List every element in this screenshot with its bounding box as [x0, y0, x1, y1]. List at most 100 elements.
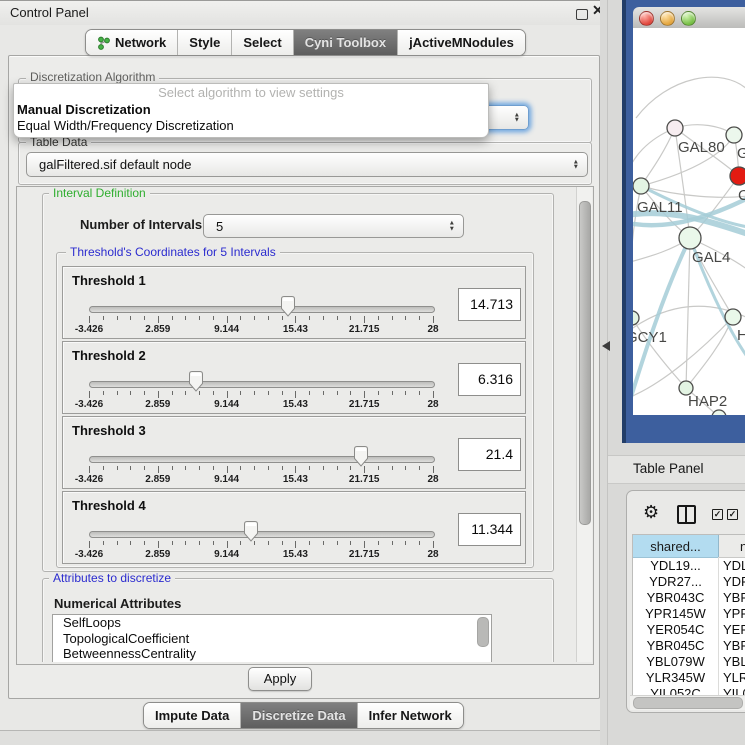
tab-style[interactable]: Style	[177, 30, 231, 55]
table-row[interactable]: YLR345WYLR3	[633, 670, 745, 686]
slider-tick	[378, 466, 379, 470]
slider-tick-label: 15.43	[270, 474, 320, 485]
tab-network[interactable]: Network	[86, 30, 177, 55]
network-node[interactable]	[726, 127, 742, 143]
threshold-value-field[interactable]: 14.713	[458, 288, 521, 321]
column-header-shared-name[interactable]: shared...	[633, 535, 719, 558]
table-row[interactable]: YBR043CYBR0	[633, 590, 745, 606]
algorithm-placeholder: Select algorithm to view settings	[14, 84, 488, 102]
network-node[interactable]	[633, 178, 649, 194]
slider-tick-label: -3.426	[64, 399, 114, 410]
slider-tick	[295, 466, 296, 473]
attribute-list-item[interactable]: TopologicalCoefficient	[53, 631, 491, 647]
list-scrollbar-thumb[interactable]	[477, 617, 489, 647]
algorithm-option[interactable]: Manual Discretization	[14, 102, 488, 118]
table-row[interactable]: YBR045CYBR0	[633, 638, 745, 654]
zoom-traffic-light[interactable]	[681, 11, 696, 26]
network-node[interactable]	[679, 227, 701, 249]
checkbox-icon[interactable]: ✓	[712, 509, 723, 520]
slider-tick	[378, 391, 379, 395]
horizontal-scrollbar-thumb[interactable]	[633, 697, 743, 709]
slider-tick	[117, 316, 118, 320]
table-row[interactable]: YPR145WYPR1	[633, 606, 745, 622]
slider-tick-label: 15.43	[270, 324, 320, 335]
slider-tick	[199, 541, 200, 545]
table-row[interactable]: YER054CYER0	[633, 622, 745, 638]
tab-impute-data[interactable]: Impute Data	[144, 703, 240, 728]
slider-tick	[378, 541, 379, 545]
slider-tick	[213, 541, 214, 545]
slider-handle[interactable]	[188, 371, 204, 392]
slider-tick	[282, 316, 283, 320]
algorithm-option[interactable]: Equal Width/Frequency Discretization	[14, 118, 488, 134]
network-window-titlebar[interactable]	[633, 7, 745, 29]
minimize-traffic-light[interactable]	[660, 11, 675, 26]
vertical-scrollbar-thumb[interactable]	[579, 201, 591, 525]
slider-tick	[433, 541, 434, 548]
slider-tick	[309, 391, 310, 395]
attribute-list-item[interactable]: SelfLoops	[53, 615, 491, 631]
slider-tick-label: 2.859	[133, 324, 183, 335]
split-columns-icon[interactable]	[677, 505, 696, 524]
number-of-intervals-select[interactable]: 5 ▲▼	[203, 214, 464, 238]
threshold-value-field[interactable]: 21.4	[458, 438, 521, 471]
slider-track[interactable]	[89, 306, 435, 313]
slider-track[interactable]	[89, 381, 435, 388]
table-row[interactable]: YDR27...YDR2	[633, 574, 745, 590]
float-window-icon[interactable]	[576, 9, 588, 20]
table-row[interactable]: YBL079WYBL0	[633, 654, 745, 670]
network-node[interactable]	[725, 309, 741, 325]
column-header-name[interactable]: na	[719, 535, 745, 558]
threshold-label: Threshold 2	[72, 348, 146, 363]
tab-label: jActiveMNodules	[409, 35, 514, 50]
slider-tick	[254, 391, 255, 395]
slider-tick	[240, 466, 241, 470]
tab-jactivemnodules[interactable]: jActiveMNodules	[397, 30, 525, 55]
panel-splitter[interactable]	[607, 0, 608, 745]
slider-track[interactable]	[89, 531, 435, 538]
tab-infer-network[interactable]: Infer Network	[357, 703, 463, 728]
mouse-cursor	[602, 341, 611, 351]
slider-tick	[364, 316, 365, 323]
slider-tick	[240, 316, 241, 320]
slider-tick	[433, 391, 434, 398]
algorithm-options: Manual DiscretizationEqual Width/Frequen…	[14, 102, 488, 134]
attribute-list-item[interactable]: BetweennessCentrality	[53, 646, 491, 662]
stepper-icons[interactable]: ▲▼	[449, 221, 455, 232]
network-node[interactable]	[667, 120, 683, 136]
threshold-panel: Threshold 2 -3.4262.8599.14415.4321.7152…	[62, 341, 526, 414]
tab-discretize-data[interactable]: Discretize Data	[240, 703, 356, 728]
network-node[interactable]	[712, 410, 726, 415]
stepper-icons[interactable]: ▲▼	[514, 112, 520, 123]
stepper-icons[interactable]: ▲▼	[573, 159, 579, 170]
table-data-value: galFiltered.sif default node	[39, 153, 191, 176]
network-node[interactable]	[730, 167, 745, 185]
slider-handle[interactable]	[280, 296, 296, 317]
close-traffic-light[interactable]	[639, 11, 654, 26]
network-canvas[interactable]: GAL80GACGAL11GAL4GCY1HHAP2	[633, 28, 745, 415]
slider-handle[interactable]	[353, 446, 369, 467]
slider-tick	[268, 391, 269, 395]
cell-name: YLR3	[723, 670, 745, 685]
slider-handle[interactable]	[243, 521, 259, 542]
slider-tick	[89, 466, 90, 473]
slider-tick	[89, 316, 90, 323]
slider-track[interactable]	[89, 456, 435, 463]
network-edge	[686, 238, 690, 388]
apply-button[interactable]: Apply	[248, 667, 312, 691]
threshold-value-field[interactable]: 6.316	[458, 363, 521, 396]
slider-tick	[419, 466, 420, 470]
threshold-value-field[interactable]: 11.344	[458, 513, 521, 546]
slider-tick	[364, 541, 365, 548]
gear-icon[interactable]: ⚙	[643, 502, 659, 523]
tab-select[interactable]: Select	[231, 30, 292, 55]
tab-cyni-toolbox[interactable]: Cyni Toolbox	[293, 30, 397, 55]
cell-name: YPR1	[723, 606, 745, 621]
network-node[interactable]	[633, 311, 639, 325]
slider-tick	[254, 466, 255, 470]
slider-tick	[323, 391, 324, 395]
table-row[interactable]: YDL19...YDL1	[633, 558, 745, 574]
thresholds-group-title: Threshold's Coordinates for 5 Intervals	[66, 246, 280, 259]
table-data-select[interactable]: galFiltered.sif default node ▲▼	[26, 152, 588, 177]
checkbox-icon[interactable]: ✓	[727, 509, 738, 520]
